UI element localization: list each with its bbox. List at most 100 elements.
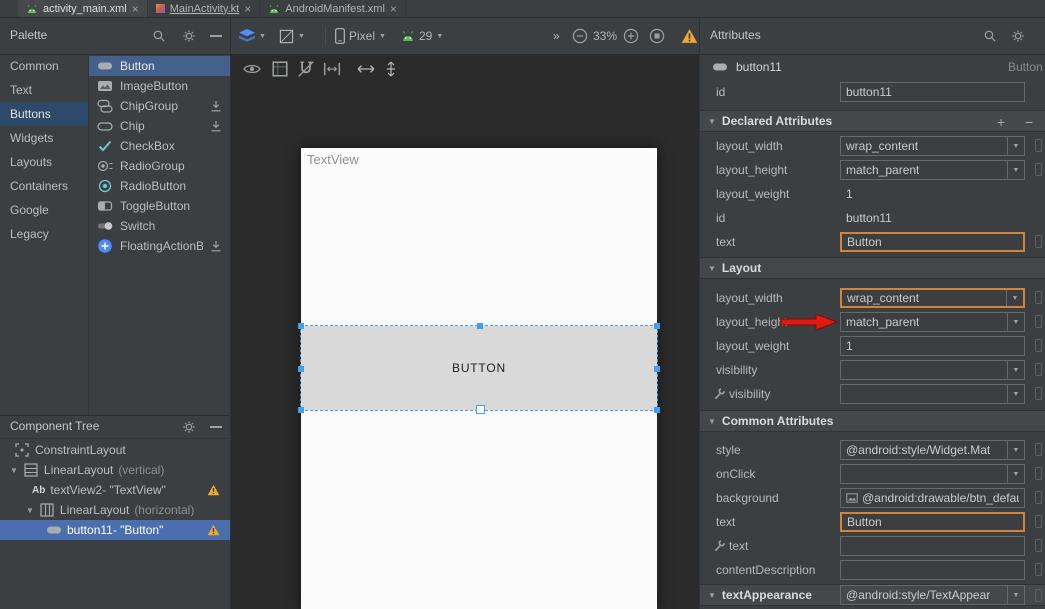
tree-item-linearlayout-horizontal[interactable]: ▼ LinearLayout (horizontal) <box>0 500 230 520</box>
gear-icon[interactable] <box>1011 29 1025 43</box>
close-tab-icon[interactable]: × <box>244 3 251 15</box>
tab-mainactivity-kt[interactable]: MainActivity.kt × <box>148 0 261 17</box>
dropdown-arrow-icon[interactable]: ▼ <box>1007 586 1024 604</box>
id-value[interactable]: button11 <box>846 206 892 230</box>
background-input[interactable]: @android:drawable/btn_defau <box>840 488 1025 508</box>
device-selector[interactable]: Pixel ▼ <box>335 18 386 54</box>
palette-item-chip[interactable]: Chip <box>89 116 230 136</box>
selection-handle-top-left[interactable] <box>298 323 304 329</box>
zoom-out-button[interactable] <box>572 18 588 54</box>
layout-weight-input[interactable]: 1 <box>840 336 1025 356</box>
resource-picker-button[interactable] <box>1035 139 1042 152</box>
style-dropdown[interactable]: @android:style/Widget.Mat ▼ <box>840 440 1025 460</box>
palette-item-switch[interactable]: Switch <box>89 216 230 236</box>
search-icon[interactable] <box>152 29 166 43</box>
resource-picker-button[interactable] <box>1035 515 1042 528</box>
dropdown-arrow-icon[interactable]: ▼ <box>1007 385 1024 403</box>
warnings-button[interactable] <box>681 18 698 54</box>
resource-picker-button[interactable] <box>1035 387 1042 400</box>
close-tab-icon[interactable]: × <box>132 3 139 15</box>
tab-androidmanifest-xml[interactable]: AndroidManifest.xml × <box>260 0 406 17</box>
section-layout[interactable]: ▼ Layout <box>700 257 1045 279</box>
selection-handle-middle-left[interactable] <box>298 366 304 372</box>
selection-handle-top-right[interactable] <box>654 323 660 329</box>
expand-chevron-icon[interactable]: ▼ <box>26 506 34 515</box>
resource-picker-button[interactable] <box>1035 563 1042 576</box>
dropdown-arrow-icon[interactable]: ▼ <box>1007 161 1024 179</box>
palette-category-widgets[interactable]: Widgets <box>0 126 88 150</box>
textappearance-dropdown[interactable]: @android:style/TextAppear ▼ <box>840 585 1025 605</box>
palette-item-radiobutton[interactable]: RadioButton <box>89 176 230 196</box>
expand-chevron-icon[interactable]: ▼ <box>10 466 18 475</box>
blueprint-toggle[interactable]: ▼ <box>279 18 305 54</box>
warning-icon[interactable] <box>207 524 220 536</box>
layout-height-dropdown[interactable]: match_parent ▼ <box>840 312 1025 332</box>
selection-handle-bottom-right[interactable] <box>654 407 660 413</box>
palette-category-buttons[interactable]: Buttons <box>0 102 88 126</box>
download-icon[interactable] <box>210 120 222 132</box>
palette-item-floatingactionbutton[interactable]: FloatingActionB... <box>89 236 230 256</box>
default-margins-icon[interactable] <box>323 60 341 78</box>
palette-item-chipgroup[interactable]: ChipGroup <box>89 96 230 116</box>
palette-category-common[interactable]: Common <box>0 54 88 78</box>
remove-attribute-button[interactable]: − <box>1025 111 1033 133</box>
resource-picker-button[interactable] <box>1035 589 1042 602</box>
warning-icon[interactable] <box>207 484 220 496</box>
palette-category-containers[interactable]: Containers <box>0 174 88 198</box>
dropdown-arrow-icon[interactable]: ▼ <box>1007 441 1024 459</box>
palette-category-google[interactable]: Google <box>0 198 88 222</box>
device-artboard[interactable]: TextView BUTTON <box>301 148 657 609</box>
autoconnect-off-magnet-icon[interactable] <box>297 60 315 78</box>
layout-weight-value[interactable]: 1 <box>846 182 853 206</box>
close-tab-icon[interactable]: × <box>390 3 397 15</box>
resource-picker-button[interactable] <box>1035 339 1042 352</box>
palette-item-radiogroup[interactable]: RadioGroup <box>89 156 230 176</box>
tree-item-linearlayout-vertical[interactable]: ▼ LinearLayout (vertical) <box>0 460 230 480</box>
selection-handle-bottom-center[interactable] <box>476 405 485 414</box>
resource-picker-button[interactable] <box>1035 491 1042 504</box>
dropdown-arrow-icon[interactable]: ▼ <box>1007 313 1024 331</box>
tree-item-textview2[interactable]: Ab textView2- "TextView" <box>0 480 230 500</box>
zoom-in-button[interactable] <box>623 18 639 54</box>
content-description-input[interactable] <box>840 560 1025 580</box>
section-common-attributes[interactable]: ▼ Common Attributes <box>700 410 1045 432</box>
resource-picker-button[interactable] <box>1035 467 1042 480</box>
dropdown-arrow-icon[interactable]: ▼ <box>1006 290 1023 306</box>
show-constraints-icon[interactable] <box>271 60 289 78</box>
resource-picker-button[interactable] <box>1035 363 1042 376</box>
resource-picker-button[interactable] <box>1035 291 1042 304</box>
palette-category-layouts[interactable]: Layouts <box>0 150 88 174</box>
visibility-dropdown[interactable]: ▼ <box>840 360 1025 380</box>
minimize-icon[interactable] <box>210 426 222 428</box>
surface-mode-selector[interactable]: ▼ <box>239 18 266 54</box>
toolbar-overflow-button[interactable]: » <box>553 18 560 54</box>
resource-picker-button[interactable] <box>1035 539 1042 552</box>
resource-picker-button[interactable] <box>1035 163 1042 176</box>
design-canvas[interactable]: TextView BUTTON <box>231 54 699 609</box>
section-textappearance[interactable]: ▼ textAppearance @android:style/TextAppe… <box>700 584 1045 606</box>
selection-handle-top-center[interactable] <box>477 323 483 329</box>
palette-item-imagebutton[interactable]: ImageButton <box>89 76 230 96</box>
add-attribute-button[interactable]: + <box>997 111 1005 133</box>
dropdown-arrow-icon[interactable]: ▼ <box>1007 361 1024 379</box>
layout-height-dropdown[interactable]: match_parent ▼ <box>840 160 1025 180</box>
selection-handle-middle-right[interactable] <box>654 366 660 372</box>
resource-picker-button[interactable] <box>1035 443 1042 456</box>
resource-picker-button[interactable] <box>1035 315 1042 328</box>
palette-item-checkbox[interactable]: CheckBox <box>89 136 230 156</box>
layout-width-dropdown[interactable]: wrap_content ▼ <box>840 288 1025 308</box>
horizontal-arrows-icon[interactable] <box>357 63 375 75</box>
vertical-distribute-icon[interactable] <box>385 60 397 78</box>
download-icon[interactable] <box>210 100 222 112</box>
palette-item-button[interactable]: Button <box>89 56 230 76</box>
text-input[interactable]: Button <box>840 512 1025 532</box>
palette-category-legacy[interactable]: Legacy <box>0 222 88 246</box>
tree-item-button11[interactable]: button11- "Button" <box>0 520 230 540</box>
view-options-eye-icon[interactable] <box>243 60 261 78</box>
minimize-icon[interactable] <box>210 35 222 37</box>
tools-text-input[interactable] <box>840 536 1025 556</box>
section-declared-attributes[interactable]: ▼ Declared Attributes + − <box>700 110 1045 132</box>
download-icon[interactable] <box>210 240 222 252</box>
gear-icon[interactable] <box>182 420 196 434</box>
dropdown-arrow-icon[interactable]: ▼ <box>1007 465 1024 483</box>
